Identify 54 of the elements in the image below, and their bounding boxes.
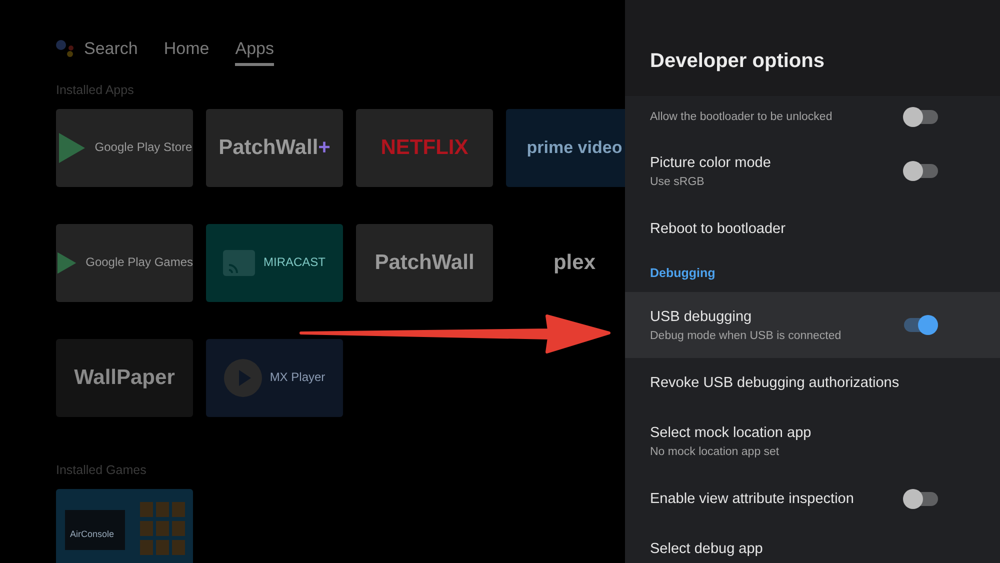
toggle-switch[interactable] [904,164,938,178]
setting-title: Select debug app [650,541,763,557]
app-tile[interactable]: PatchWall+ [206,109,343,187]
app-tile-label: Google Play Store [94,141,192,155]
setting-description: No mock location app set [650,446,780,458]
app-tile-label: NETFLIX [380,136,468,160]
settings-row[interactable]: Select debug app [625,524,1000,563]
play-triangle-icon [56,131,87,165]
setting-description: Use sRGB [650,176,706,188]
assistant-dots-icon [56,40,76,58]
setting-title: USB debugging [650,308,753,324]
app-tile-label: PatchWall [374,251,474,275]
toggle-switch[interactable] [904,318,938,332]
toggle-switch[interactable] [904,492,938,506]
game-title: AirConsole [70,529,114,539]
app-tile[interactable]: MX Player [206,339,343,417]
section-title: Installed Games [56,463,148,477]
app-tile[interactable]: MIRACAST [206,224,343,302]
settings-row[interactable]: Revoke USB debugging authorizations [625,358,1000,408]
settings-row[interactable]: Select mock location app No mock location app set [625,408,1000,474]
app-tile-label: plex [553,251,596,275]
nav-tab[interactable]: Apps [235,38,274,66]
toggle-switch[interactable] [904,110,938,124]
app-tile-label: PatchWall+ [218,136,330,160]
app-tile-label: MX Player [270,371,326,385]
setting-title: Enable view attribute inspection [650,491,854,507]
app-tile[interactable]: Google Play Store [56,109,193,187]
setting-description: Allow the bootloader to be unlocked [650,111,832,123]
setting-title: Revoke USB debugging authorizations [650,375,900,391]
setting-title: Select mock location app [650,424,812,440]
app-tile-label: WallPaper [74,366,175,390]
app-tile[interactable]: WallPaper [56,339,193,417]
app-tile[interactable]: Google Play Games [56,224,193,302]
settings-row[interactable]: Allow the bootloader to be unlocked [625,96,1000,138]
panel-title: Developer options [650,50,826,73]
nav-tab[interactable]: Search [56,38,138,66]
setting-title: Reboot to bootloader [650,221,786,237]
app-tile[interactable]: PatchWall [356,224,493,302]
app-tile-label: MIRACAST [263,256,326,270]
play-circle-icon [224,359,262,397]
section-title: Installed Apps [56,83,135,97]
settings-row[interactable]: Enable view attribute inspection [625,474,1000,524]
settings-row[interactable]: USB debugging Debug mode when USB is connected [625,292,1000,358]
cast-icon [223,250,256,276]
settings-row[interactable]: Reboot to bootloader [625,204,1000,254]
app-tile[interactable]: AirConsole [56,489,193,563]
app-tile-label: prime video [526,138,622,158]
settings-row[interactable]: Picture color mode Use sRGB [625,138,1000,204]
nav-tab[interactable]: Home [164,38,210,66]
app-tile-label: Google Play Games [86,256,193,270]
app-tile[interactable]: prime video [506,109,625,187]
category-header: Debugging [650,266,716,280]
setting-description: Debug mode when USB is connected [650,330,842,342]
setting-title: Picture color mode [650,154,771,170]
